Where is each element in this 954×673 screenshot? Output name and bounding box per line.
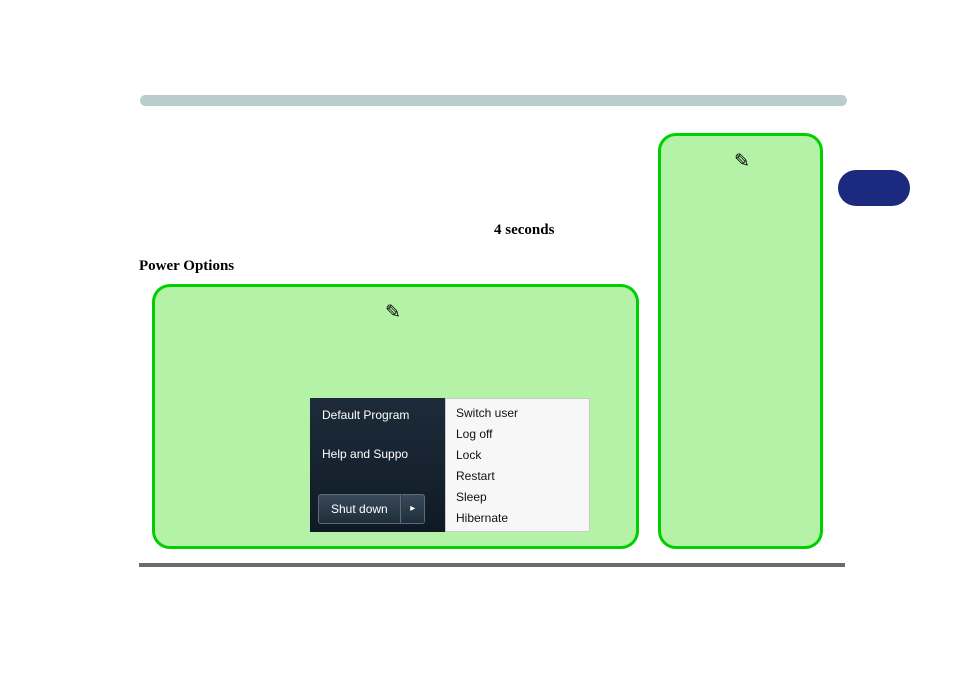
divider-bottom (139, 563, 845, 567)
menu-item-switch-user[interactable]: Switch user (446, 403, 589, 424)
start-menu-fragment: Default Program Help and Suppo Shut down… (310, 398, 590, 532)
start-item-help-support[interactable]: Help and Suppo (322, 447, 408, 461)
start-menu-left: Default Program Help and Suppo Shut down… (310, 398, 445, 532)
page-tab[interactable] (838, 170, 910, 206)
start-item-default-programs[interactable]: Default Program (322, 408, 409, 422)
shutdown-menu-arrow[interactable]: ▸ (401, 494, 425, 524)
divider-top (140, 95, 847, 106)
menu-item-restart[interactable]: Restart (446, 466, 589, 487)
shutdown-submenu: Switch user Log off Lock Restart Sleep H… (445, 398, 590, 532)
pencil-icon: ✎ (385, 301, 401, 324)
note-box-main: ✎ Default Program Help and Suppo Shut do… (152, 284, 639, 549)
chevron-right-icon: ▸ (410, 503, 415, 514)
menu-item-lock[interactable]: Lock (446, 445, 589, 466)
menu-item-sleep[interactable]: Sleep (446, 487, 589, 508)
menu-item-log-off[interactable]: Log off (446, 424, 589, 445)
note-box-side: ✎ (658, 133, 823, 549)
menu-item-hibernate[interactable]: Hibernate (446, 508, 589, 529)
power-options-heading: Power Options (139, 258, 234, 275)
shutdown-split-button[interactable]: Shut down ▸ (318, 494, 425, 524)
shutdown-button[interactable]: Shut down (318, 494, 401, 524)
four-seconds-label: 4 seconds (494, 222, 554, 239)
pencil-icon: ✎ (734, 150, 750, 173)
